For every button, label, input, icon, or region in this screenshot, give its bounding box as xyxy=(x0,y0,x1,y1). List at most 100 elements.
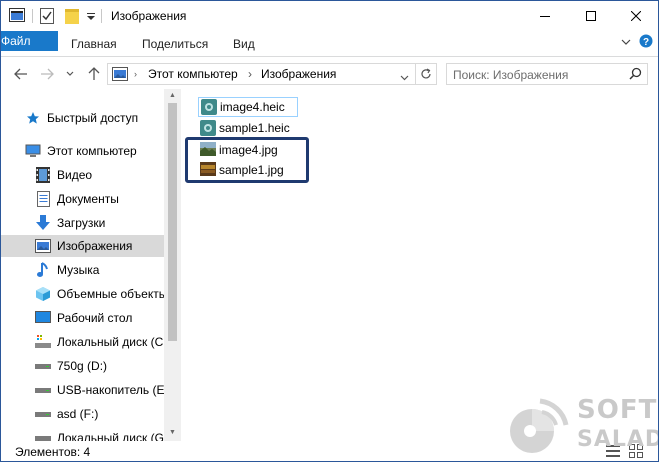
drive-icon xyxy=(35,358,51,374)
nav-item-label: asd (F:) xyxy=(57,407,99,421)
title-bar: Изображения xyxy=(1,1,658,31)
nav-item-downloads[interactable]: Загрузки xyxy=(1,212,164,234)
nav-item-this-pc[interactable]: Этот компьютер xyxy=(1,140,164,162)
nav-item-label: USB-накопитель (E:) xyxy=(57,383,164,397)
svg-text:?: ? xyxy=(643,37,649,48)
watermark: SOFT SALAD xyxy=(504,391,659,461)
help-icon: ? xyxy=(639,34,653,48)
item-count: Элементов: 4 xyxy=(15,445,91,459)
refresh-button[interactable] xyxy=(415,63,437,85)
nav-item-drive-f[interactable]: asd (F:) xyxy=(1,403,164,425)
tab-home[interactable]: Главная xyxy=(61,31,127,57)
nav-item-documents[interactable]: Документы xyxy=(1,188,164,210)
file-list: image4.heic sample1.heic image4.jpg samp… xyxy=(185,89,658,441)
nav-item-drive-c[interactable]: Локальный диск (C: xyxy=(1,331,164,353)
jpg-file-icon xyxy=(200,142,216,158)
back-button[interactable] xyxy=(12,65,30,83)
chevron-down-icon xyxy=(621,39,631,45)
maximize-button[interactable] xyxy=(568,1,614,31)
nav-scrollbar[interactable]: ▲ ▼ xyxy=(164,89,181,441)
pictures-icon xyxy=(112,67,128,84)
customize-toolbar-icon[interactable] xyxy=(86,11,96,25)
nav-item-usb-e[interactable]: USB-накопитель (E:) xyxy=(1,379,164,401)
scroll-thumb[interactable] xyxy=(168,103,177,341)
downloads-icon xyxy=(35,215,51,231)
minimize-icon xyxy=(540,16,550,17)
new-folder-icon[interactable] xyxy=(65,8,79,27)
address-dropdown-button[interactable] xyxy=(400,70,409,84)
nav-item-label: Видео xyxy=(57,168,93,182)
arrow-left-icon xyxy=(14,68,27,80)
expand-ribbon-button[interactable] xyxy=(621,36,631,50)
video-icon xyxy=(35,167,51,183)
usb-drive-icon xyxy=(35,382,51,398)
watermark-logo-icon xyxy=(510,398,569,453)
documents-icon xyxy=(35,191,51,207)
search-icon[interactable] xyxy=(629,67,642,83)
pictures-icon xyxy=(35,238,51,254)
search-input[interactable] xyxy=(453,67,623,82)
nav-item-pictures[interactable]: Изображения xyxy=(1,235,164,257)
explorer-window: Изображения Файл Главная Поделиться Вид … xyxy=(0,0,659,462)
nav-item-drive-d[interactable]: 750g (D:) xyxy=(1,355,164,377)
window-icon[interactable] xyxy=(9,8,25,25)
address-bar[interactable]: › Этот компьютер › Изображения xyxy=(107,63,416,85)
file-name: sample1.jpg xyxy=(219,163,284,177)
star-icon xyxy=(25,110,41,126)
close-icon xyxy=(631,11,641,21)
close-button[interactable] xyxy=(613,1,658,31)
breadcrumb-this-pc[interactable]: Этот компьютер xyxy=(148,67,238,81)
chevron-down-icon xyxy=(400,75,409,81)
help-button[interactable]: ? xyxy=(639,34,653,51)
3d-objects-icon xyxy=(35,286,51,302)
tab-view[interactable]: Вид xyxy=(223,31,265,57)
nav-item-video[interactable]: Видео xyxy=(1,164,164,186)
arrow-right-icon xyxy=(41,68,54,80)
address-row: › Этот компьютер › Изображения xyxy=(1,58,658,89)
recent-locations-button[interactable] xyxy=(61,65,79,83)
nav-item-label: Изображения xyxy=(57,239,133,253)
arrow-up-icon xyxy=(88,67,100,80)
file-item[interactable]: sample1.heic xyxy=(200,118,290,138)
music-icon xyxy=(35,262,51,278)
desktop-icon xyxy=(35,310,51,326)
watermark-text: SOFT xyxy=(577,395,658,425)
file-item[interactable]: image4.heic xyxy=(198,97,298,117)
file-name: sample1.heic xyxy=(219,121,290,135)
tab-share[interactable]: Поделиться xyxy=(132,31,218,57)
drive-c-icon xyxy=(35,334,51,350)
tab-file[interactable]: Файл xyxy=(1,31,58,51)
heic-file-icon xyxy=(201,99,217,115)
file-name: image4.heic xyxy=(220,100,285,114)
ribbon-tabs: Файл Главная Поделиться Вид ? xyxy=(1,31,658,57)
breadcrumb-pictures[interactable]: Изображения xyxy=(261,67,336,81)
nav-item-drive-g[interactable]: Локальный диск (G: xyxy=(1,427,164,441)
scroll-down-icon[interactable]: ▼ xyxy=(168,428,177,437)
file-item[interactable]: image4.jpg xyxy=(200,140,278,160)
nav-item-label: 750g (D:) xyxy=(57,359,108,373)
chevron-right-icon[interactable]: › xyxy=(248,67,252,81)
watermark-text: SALAD xyxy=(577,427,659,452)
nav-item-quick-access[interactable]: Быстрый доступ xyxy=(1,107,164,129)
nav-item-label: Быстрый доступ xyxy=(47,111,139,125)
divider xyxy=(32,9,33,23)
computer-icon xyxy=(25,143,41,159)
file-item[interactable]: sample1.jpg xyxy=(200,160,284,180)
nav-item-label: Этот компьютер xyxy=(47,144,137,158)
nav-item-label: Рабочий стол xyxy=(57,311,133,325)
forward-button[interactable] xyxy=(38,65,56,83)
nav-item-desktop[interactable]: Рабочий стол xyxy=(1,307,164,329)
maximize-icon xyxy=(586,11,596,21)
chevron-right-icon[interactable]: › xyxy=(134,69,137,79)
properties-icon[interactable] xyxy=(40,8,54,27)
minimize-button[interactable] xyxy=(522,1,568,31)
nav-item-music[interactable]: Музыка xyxy=(1,259,164,281)
nav-item-3d-objects[interactable]: Объемные объекты xyxy=(1,283,164,305)
nav-item-label: Загрузки xyxy=(57,216,106,230)
nav-item-label: Документы xyxy=(57,192,119,206)
file-name: image4.jpg xyxy=(219,143,278,157)
scroll-up-icon[interactable]: ▲ xyxy=(168,91,177,100)
divider xyxy=(101,9,102,23)
up-button[interactable] xyxy=(85,65,103,83)
refresh-icon xyxy=(421,68,431,79)
